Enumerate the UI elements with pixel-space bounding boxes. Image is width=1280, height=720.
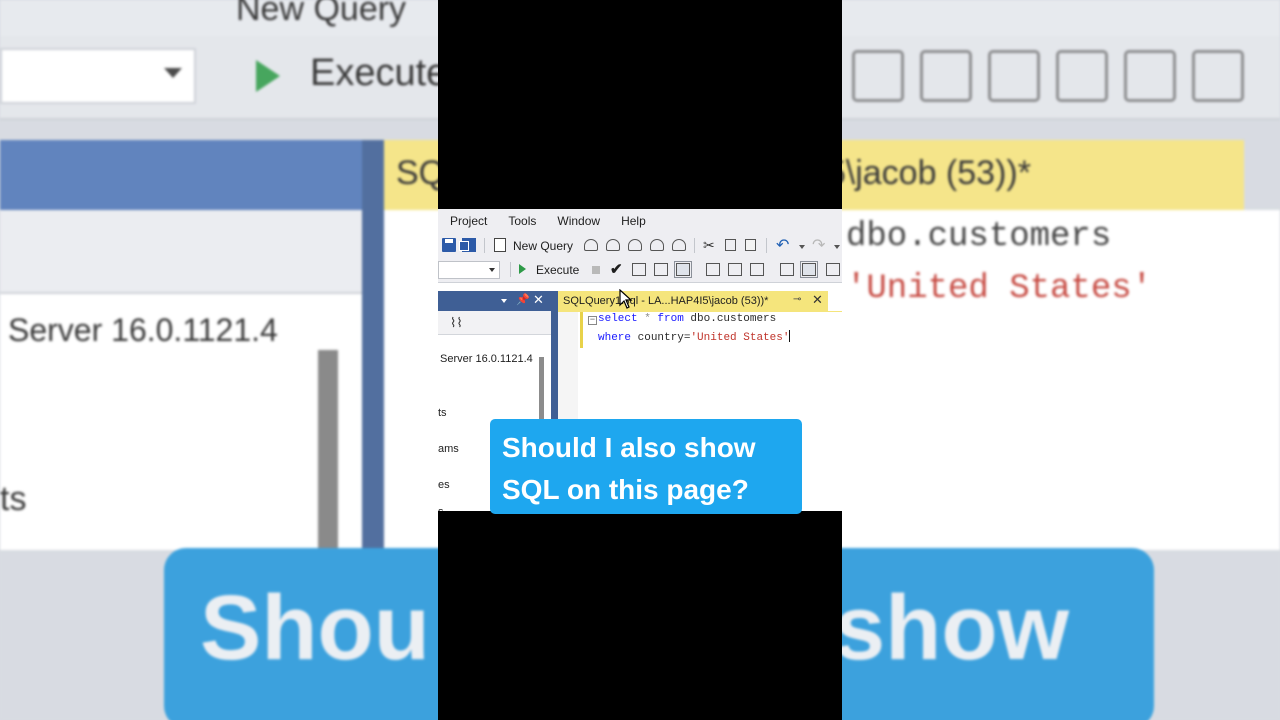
tree-item[interactable]: ams <box>438 443 459 455</box>
execute-play-icon[interactable] <box>519 264 526 274</box>
redo-dropdown-icon[interactable] <box>834 245 840 249</box>
keyword-select: select <box>598 313 638 325</box>
code-line-2[interactable]: where country='United States' <box>598 330 791 344</box>
text-caret <box>789 330 791 342</box>
toolbar-separator <box>766 238 767 253</box>
undo-icon[interactable]: ↶ <box>776 235 789 255</box>
collapse-icon[interactable]: − <box>588 316 597 325</box>
intellisense-toggle-icon[interactable] <box>674 261 692 278</box>
toolbar-separator <box>510 262 511 277</box>
results-to-file-icon[interactable] <box>826 263 840 276</box>
tree-item[interactable]: es <box>438 479 450 491</box>
pin-icon[interactable]: ⊸ <box>793 294 801 305</box>
standard-toolbar: New Query ✂ ↶ ↷ <box>438 233 842 257</box>
close-icon[interactable]: ✕ <box>533 292 544 308</box>
parse-check-icon[interactable]: ✔ <box>610 260 623 278</box>
save-icon[interactable] <box>442 238 456 252</box>
toolbar-separator <box>694 238 695 253</box>
client-stats-icon[interactable] <box>750 263 764 276</box>
results-to-text-icon[interactable] <box>780 263 794 276</box>
menu-bar: Project Tools Window Help <box>438 209 842 233</box>
save-all-icon[interactable] <box>459 238 476 252</box>
keyword-from: from <box>657 313 684 325</box>
activity-monitor-icon[interactable]: ⌇⌇ <box>450 315 463 331</box>
tree-item[interactable]: s <box>438 506 444 511</box>
change-marker <box>580 312 583 348</box>
analysis-xmla-query-icon[interactable] <box>650 239 664 251</box>
estimated-plan-icon[interactable] <box>632 263 646 276</box>
menu-project[interactable]: Project <box>450 214 487 228</box>
table-name: dbo.customers <box>683 313 777 325</box>
analysis-mdx-query-icon[interactable] <box>606 239 620 251</box>
tree-item-server[interactable]: Server 16.0.1121.4 <box>440 353 533 365</box>
caption-text: Should I also show SQL on this page? <box>502 432 756 505</box>
keyword-where: where <box>598 332 632 344</box>
scrollbar-thumb[interactable] <box>539 357 544 419</box>
close-icon[interactable]: ✕ <box>812 292 823 308</box>
cut-icon[interactable]: ✂ <box>703 237 715 254</box>
menu-help[interactable]: Help <box>621 214 646 228</box>
code-string-literal: 'United States' <box>690 332 790 344</box>
analysis-dax-query-icon[interactable] <box>672 239 686 251</box>
new-query-icon[interactable] <box>494 238 506 252</box>
menu-tools[interactable]: Tools <box>508 214 536 228</box>
new-query-button[interactable]: New Query <box>513 239 573 253</box>
toolbar-separator <box>484 238 485 253</box>
live-stats-icon[interactable] <box>728 263 742 276</box>
tree-item[interactable]: ts <box>438 407 447 419</box>
results-to-grid-icon[interactable] <box>800 261 818 278</box>
code-star: * <box>637 313 658 325</box>
undo-dropdown-icon[interactable] <box>799 245 805 249</box>
include-plan-icon[interactable] <box>706 263 720 276</box>
database-engine-query-icon[interactable] <box>584 239 598 251</box>
chevron-down-icon[interactable] <box>501 299 507 303</box>
chevron-down-icon[interactable] <box>489 268 495 272</box>
pin-icon[interactable]: 📌 <box>516 293 530 306</box>
analysis-dmx-query-icon[interactable] <box>628 239 642 251</box>
redo-icon[interactable]: ↷ <box>812 235 825 255</box>
menu-window[interactable]: Window <box>557 214 600 228</box>
code-line-1[interactable]: select * from dbo.customers <box>598 313 776 325</box>
query-tab-title[interactable]: SQLQuery1.sql - LA...HAP4I5\jacob (53))* <box>563 295 768 307</box>
sql-editor-toolbar: Execute ✔ <box>438 257 842 283</box>
execute-button[interactable]: Execute <box>536 263 579 277</box>
code-condition: country= <box>631 332 691 344</box>
cancel-query-icon[interactable] <box>592 266 600 274</box>
copy-icon[interactable] <box>725 239 736 251</box>
paste-icon[interactable] <box>745 239 756 251</box>
query-options-icon[interactable] <box>654 263 668 276</box>
